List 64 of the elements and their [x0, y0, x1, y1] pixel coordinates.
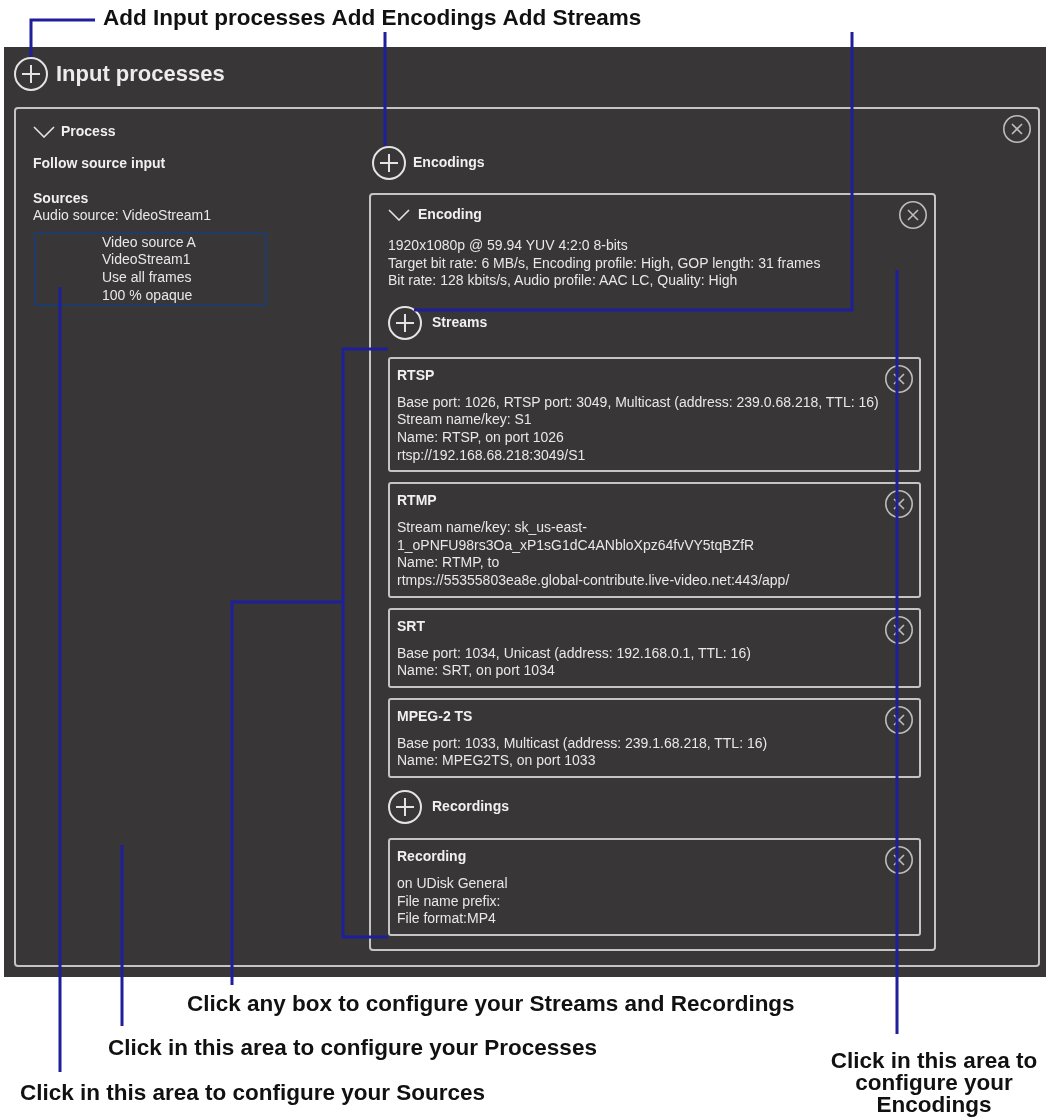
detail-text: Name: RTSP, on port 1026 — [397, 428, 565, 447]
detail-text: 1_oPNFU98rs3Oa_xP1sG1dC4ANbloXpz64fvVY5tqBZfR — [397, 536, 756, 555]
plus-icon[interactable] — [14, 57, 48, 91]
detail-text: Base port: 1033, Multicast (address: 239.1.68.218, TTL: 16) — [397, 734, 769, 753]
close-icon[interactable] — [1003, 115, 1031, 143]
detail-text: VideoStream1 — [102, 251, 192, 269]
audio-source-text: Audio source: VideoStream1 — [33, 207, 212, 225]
detail-text: rtmps://55355803ea8e.global-contribute.live-video.net:443/app/ — [397, 571, 791, 590]
close-icon[interactable] — [885, 845, 913, 874]
detail-text: Base port: 1026, RTSP port: 3049, Multicast (address: 239.0.68.218, TTL: 16) — [397, 393, 880, 412]
callout-text: Click in this area to configure your Encodings — [829, 1049, 1039, 1116]
close-icon[interactable] — [899, 201, 927, 229]
stream-card[interactable]: SRT Base port: 1034, Unicast (address: 192.168.0.1, TTL: 16) Name: SRT, on port 1034 — [388, 607, 921, 688]
close-icon[interactable] — [885, 705, 913, 734]
detail-text: Stream name/key: S1 — [397, 411, 533, 429]
card-title: Encoding — [418, 206, 482, 224]
detail-text: 1920x1080p @ 59.94 YUV 4:2:0 8-bits — [388, 237, 629, 255]
encoding-card[interactable] — [369, 193, 936, 951]
section-label: Recordings — [432, 798, 509, 816]
video-source-box[interactable]: Video source A VideoStream1 Use all frames 100 % opaque — [34, 231, 267, 307]
detail-text: 100 % opaque — [102, 286, 194, 305]
detail-text: Bit rate: 128 kbits/s, Audio profile: AAC LC, Quality: High — [388, 272, 739, 290]
stream-card[interactable]: RTMP Stream name/key: sk_us-east- 1_oPNFU98rs3Oa_xP1sG1dC4ANbloXpz64fvVY5tqBZfR Name: RTMP, to rtmps://55355803ea8e.global-contribute.live-video.net:443/app/ — [388, 482, 921, 598]
chevron-down-icon[interactable] — [33, 126, 55, 138]
detail-text: Name: MPEG2TS, on port 1033 — [397, 752, 597, 770]
close-icon[interactable] — [885, 490, 913, 519]
leader-line — [29, 18, 95, 57]
detail-text: rtsp://192.168.68.218:3049/S1 — [397, 446, 587, 465]
callout-text: Add Encodings — [331, 4, 497, 32]
section-label: Streams — [432, 314, 488, 332]
detail-text: Name: SRT, on port 1034 — [397, 662, 556, 680]
detail-text: Target bit rate: 6 MB/s, Encoding profile: High, GOP length: 31 frames — [388, 254, 822, 273]
stream-card[interactable]: MPEG-2 TS Base port: 1033, Multicast (address: 239.1.68.218, TTL: 16) Name: MPEG2TS, on port 1033 — [388, 697, 921, 778]
stream-card[interactable]: RTSP Base port: 1026, RTSP port: 3049, Multicast (address: 239.0.68.218, TTL: 16) Stream name/key: S1 Name: RTSP, on port 1026 rtsp://192.168.68.218:3049/S1 — [388, 356, 921, 473]
detail-text: Video source A — [102, 233, 197, 252]
detail-text: Base port: 1034, Unicast (address: 192.168.0.1, TTL: 16) — [397, 644, 752, 663]
card-title: Process — [61, 123, 116, 141]
callout-text: Click in this area to configure your Processes — [108, 1035, 597, 1060]
detail-text: Use all frames — [102, 268, 193, 287]
callout-text: Click any box to configure your Streams and Recordings — [187, 991, 795, 1016]
card-title: MPEG-2 TS — [397, 706, 473, 725]
section-heading: Sources — [33, 189, 90, 208]
detail-text: File name prefix: — [397, 892, 502, 911]
close-icon[interactable] — [885, 364, 913, 393]
card-title: Recording — [397, 846, 467, 865]
plus-icon[interactable] — [372, 146, 406, 180]
card-title: RTSP — [397, 365, 435, 384]
callout-text: Add Streams — [502, 4, 642, 32]
detail-text: File format:MP4 — [397, 910, 497, 928]
detail-text: Stream name/key: sk_us-east- — [397, 519, 588, 537]
recording-card[interactable]: Recording on UDisk General File name prefix: File format:MP4 — [388, 837, 921, 936]
detail-text: Name: RTMP, to — [397, 554, 501, 572]
panel-title: Input processes — [56, 61, 225, 87]
plus-icon[interactable] — [388, 789, 422, 824]
close-icon[interactable] — [885, 615, 913, 644]
plus-icon[interactable] — [388, 305, 422, 340]
chevron-down-icon[interactable] — [388, 209, 410, 221]
card-title: SRT — [397, 616, 425, 635]
section-label: Encodings — [413, 154, 485, 172]
card-title: RTMP — [397, 491, 437, 510]
detail-text: on UDisk General — [397, 874, 509, 893]
callout-text: Click in this area to configure your Sources — [20, 1080, 486, 1105]
process-mode-text: Follow source input — [33, 155, 167, 173]
callout-text: Add Input processes — [103, 4, 326, 32]
